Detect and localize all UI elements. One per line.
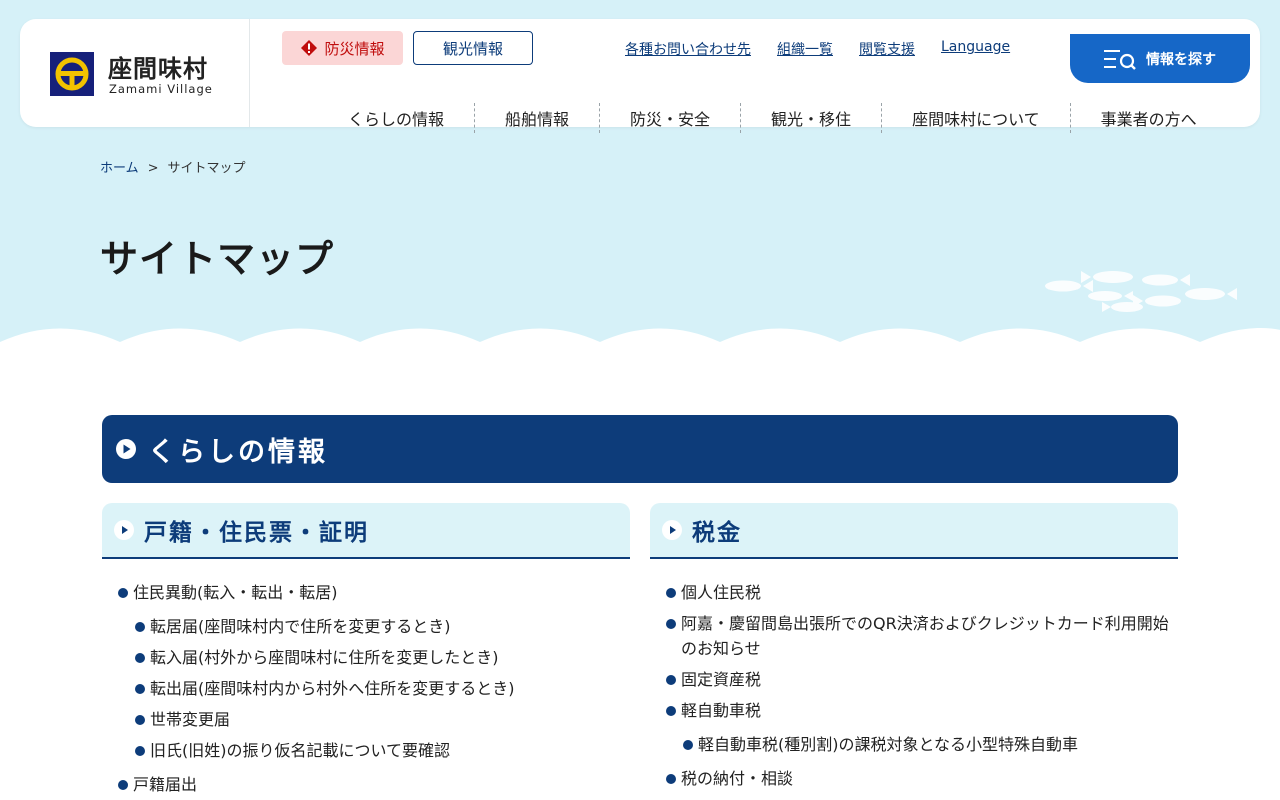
list-link[interactable]: 転出届(座間味村内から村外へ住所を変更するとき) (150, 679, 515, 698)
list-item: 住民異動(転入・転出・転居) 転居届(座間味村内で住所を変更するとき) 転入届(… (118, 580, 630, 763)
gnav-item-about[interactable]: 座間味村について (881, 103, 1070, 133)
category-heading[interactable]: 税金 (650, 503, 1178, 559)
disaster-info-label: 防災情報 (324, 39, 385, 58)
list-link[interactable]: 転入届(村外から座間味村に住所を変更したとき) (150, 648, 499, 667)
play-circle-icon (116, 439, 136, 459)
find-info-button[interactable]: 情報を探す (1070, 34, 1250, 83)
list-link[interactable]: 住民異動(転入・転出・転居) (133, 583, 338, 602)
breadcrumb-separator: > (147, 161, 159, 176)
tourism-info-button[interactable]: 観光情報 (413, 31, 533, 65)
breadcrumb-home[interactable]: ホーム (100, 161, 139, 176)
util-link-organization[interactable]: 組織一覧 (777, 39, 833, 59)
sub-link-list: 軽自動車税(種別割)の課税対象となる小型特殊自動車 (681, 723, 1178, 757)
category-heading[interactable]: 戸籍・住民票・証明 (102, 503, 630, 559)
list-link[interactable]: 税の納付・相談 (681, 769, 793, 788)
category-column: 税金 個人住民税 阿嘉・慶留間島出張所でのQR決済およびクレジットカード利用開始… (650, 503, 1178, 797)
play-circle-icon (662, 520, 682, 540)
gnav-item-safety[interactable]: 防災・安全 (599, 103, 740, 133)
gnav-item-business[interactable]: 事業者の方へ (1069, 103, 1227, 133)
gnav-item-tourism-migration[interactable]: 観光・移住 (740, 103, 881, 133)
link-list: 住民異動(転入・転出・転居) 転居届(座間味村内で住所を変更するとき) 転入届(… (102, 559, 630, 797)
category-heading-label: 税金 (692, 520, 742, 546)
menu-search-icon (1104, 49, 1136, 70)
sub-list-item: 転出届(座間味村内から村外へ住所を変更するとき) (135, 676, 630, 701)
list-link[interactable]: 軽自動車税(種別割)の課税対象となる小型特殊自動車 (698, 735, 1078, 754)
gnav-item-living[interactable]: くらしの情報 (330, 103, 474, 133)
disaster-info-button[interactable]: 防災情報 (282, 31, 403, 65)
logo-link[interactable]: 座間味村 Zamami Village (20, 19, 250, 127)
play-circle-icon (114, 520, 134, 540)
logo-subtitle: Zamami Village (109, 82, 213, 96)
list-link[interactable]: 個人住民税 (681, 583, 761, 602)
sub-list-item: 軽自動車税(種別割)の課税対象となる小型特殊自動車 (683, 732, 1178, 757)
find-info-label: 情報を探す (1146, 51, 1216, 68)
breadcrumb: ホーム > サイトマップ (100, 157, 246, 176)
list-link[interactable]: 阿嘉・慶留間島出張所でのQR決済およびクレジットカード利用開始のお知らせ (681, 614, 1169, 658)
list-item: 税の納付・相談 (666, 766, 1178, 791)
section-heading-label: くらしの情報 (148, 436, 328, 468)
list-item: 軽自動車税 軽自動車税(種別割)の課税対象となる小型特殊自動車 (666, 698, 1178, 757)
util-link-contact[interactable]: 各種お問い合わせ先 (625, 39, 751, 59)
fish-illustration (1045, 271, 1237, 312)
gnav-item-ferry[interactable]: 船舶情報 (474, 103, 599, 133)
sub-list-item: 転入届(村外から座間味村に住所を変更したとき) (135, 645, 630, 670)
list-item: 戸籍届出 (118, 772, 630, 797)
wave-divider (0, 327, 1280, 350)
list-link[interactable]: 軽自動車税 (681, 701, 761, 720)
breadcrumb-current: サイトマップ (167, 161, 246, 176)
sub-list-item: 転居届(座間味村内で住所を変更するとき) (135, 614, 630, 639)
sub-link-list: 転居届(座間味村内で住所を変更するとき) 転入届(村外から座間味村に住所を変更し… (133, 605, 630, 763)
link-list: 個人住民税 阿嘉・慶留間島出張所でのQR決済およびクレジットカード利用開始のお知… (650, 559, 1178, 791)
list-link[interactable]: 旧氏(旧姓)の振り仮名記載について要確認 (150, 741, 450, 760)
list-item: 固定資産税 (666, 667, 1178, 692)
util-link-language[interactable]: Language (941, 39, 1010, 59)
list-link[interactable]: 戸籍届出 (133, 775, 197, 794)
list-link[interactable]: 転居届(座間味村内で住所を変更するとき) (150, 617, 451, 636)
category-heading-label: 戸籍・住民票・証明 (144, 520, 369, 546)
page-title: サイトマップ (100, 237, 335, 281)
list-link[interactable]: 固定資産税 (681, 670, 761, 689)
logo-title: 座間味村 (108, 55, 208, 83)
utility-nav: 各種お問い合わせ先 組織一覧 閲覧支援 Language (625, 39, 1010, 59)
list-item: 阿嘉・慶留間島出張所でのQR決済およびクレジットカード利用開始のお知らせ (666, 611, 1178, 661)
category-column: 戸籍・住民票・証明 住民異動(転入・転出・転居) 転居届(座間味村内で住所を変更… (102, 503, 630, 800)
util-link-accessibility[interactable]: 閲覧支援 (859, 39, 915, 59)
section-heading[interactable]: くらしの情報 (102, 415, 1178, 483)
global-nav: くらしの情報 船舶情報 防災・安全 観光・移住 座間味村について 事業者の方へ (330, 103, 1227, 135)
site-header: 座間味村 Zamami Village 防災情報 観光情報 各種お問い合わせ先 … (20, 19, 1260, 133)
village-emblem-icon (50, 52, 94, 96)
sub-list-item: 旧氏(旧姓)の振り仮名記載について要確認 (135, 738, 630, 763)
sub-list-item: 世帯変更届 (135, 707, 630, 732)
list-item: 個人住民税 (666, 580, 1178, 605)
warning-icon (301, 40, 318, 56)
list-link[interactable]: 世帯変更届 (150, 710, 230, 729)
